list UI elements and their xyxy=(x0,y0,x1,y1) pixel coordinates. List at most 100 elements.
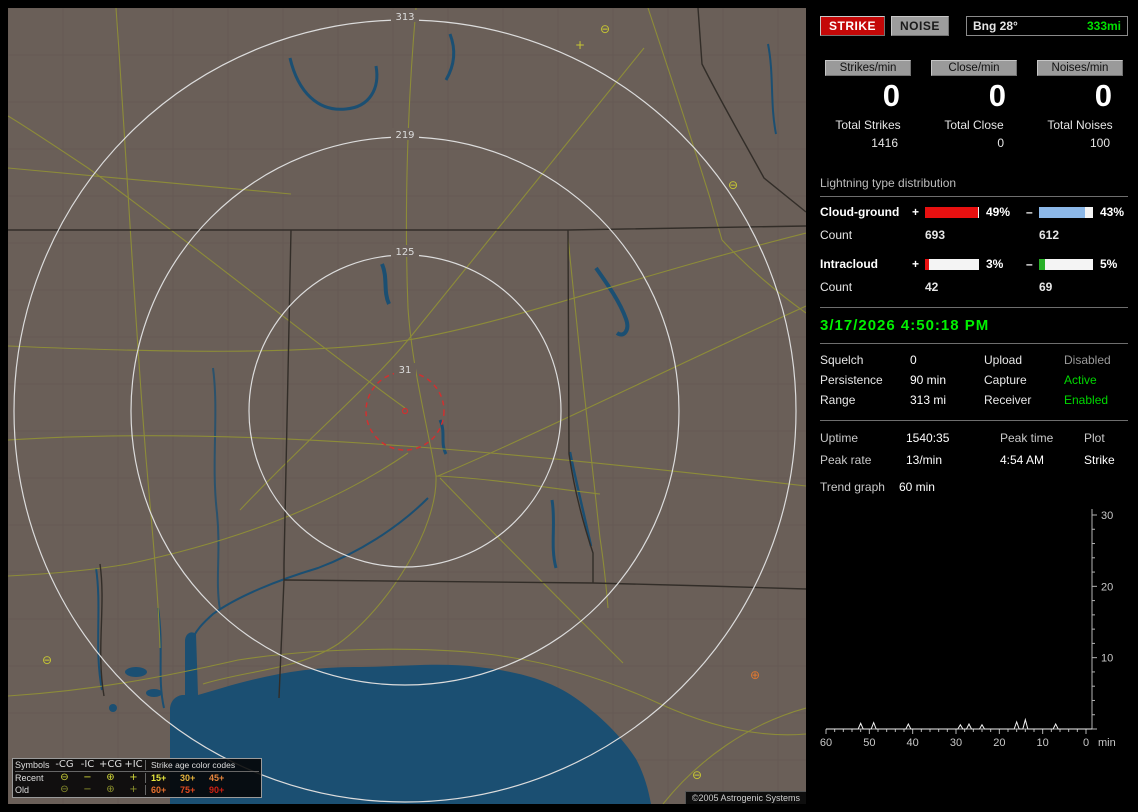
total-close-label: Total Close xyxy=(944,118,1004,132)
total-noises-value: 100 xyxy=(1089,136,1110,150)
plot-label: Plot xyxy=(1084,431,1105,445)
svg-text:0: 0 xyxy=(1083,737,1089,749)
cloud-ground-label: Cloud-ground xyxy=(820,205,900,219)
settings-row: Squelch 0 Upload Disabled xyxy=(820,350,1128,370)
neg-cg-percent: 43% xyxy=(1100,205,1125,219)
cloud-ground-count-row: Count 693 612 xyxy=(820,227,1128,243)
legend-col-pos-ic: +IC xyxy=(124,759,143,770)
range-ring-label: 219 xyxy=(395,130,414,141)
legend-col-pos-cg: +CG xyxy=(99,759,123,770)
neg-ic-count: 69 xyxy=(1039,280,1053,294)
pos-ic-count: 42 xyxy=(925,280,939,294)
peak-time-label: Peak time xyxy=(1000,431,1054,445)
copyright-notice: ©2005 Astrogenic Systems xyxy=(684,791,806,804)
total-close-value: 0 xyxy=(997,136,1004,150)
minus-sign: – xyxy=(1026,205,1033,219)
legend-old-label: Old xyxy=(15,785,30,795)
range-label: Range xyxy=(820,393,856,407)
bearing-range-display: Bng 28° 333mi xyxy=(966,16,1128,36)
legend-age-header: Strike age color codes xyxy=(145,760,259,770)
legend-recent-label: Recent xyxy=(15,773,44,783)
neg-ic-old-icon: − xyxy=(83,784,92,795)
pos-ic-percent: 3% xyxy=(986,257,1004,271)
age-code-15: 15+ xyxy=(151,773,167,783)
strike-symbol: ⊖ xyxy=(692,768,702,782)
legend-col-neg-ic: -IC xyxy=(80,759,95,770)
pos-cg-bar xyxy=(925,206,979,218)
total-noises-label: Total Noises xyxy=(1047,118,1113,132)
noises-per-min-label: Noises/min xyxy=(1037,60,1123,76)
svg-text:50: 50 xyxy=(863,737,875,749)
settings-panel: Squelch 0 Upload Disabled Persistence 90… xyxy=(820,350,1128,410)
svg-text:10: 10 xyxy=(1037,737,1049,749)
map-legend: Symbols -CG -IC +CG +IC Strike age color… xyxy=(12,758,262,798)
age-code-30: 30+ xyxy=(180,773,196,783)
noise-mode-button[interactable]: NOISE xyxy=(891,16,949,36)
svg-text:30: 30 xyxy=(1101,510,1113,522)
pos-ic-bar-fill xyxy=(925,258,929,270)
neg-cg-old-icon: ⊖ xyxy=(60,784,69,795)
strike-symbol: ⊖ xyxy=(42,653,52,667)
neg-cg-count: 612 xyxy=(1039,228,1060,242)
trend-graph-header: Trend graph 60 min xyxy=(820,475,1128,499)
receiver-status: Enabled xyxy=(1064,393,1109,407)
datetime-display: 3/17/2026 4:50:18 PM xyxy=(820,317,990,334)
plot-value: Strike xyxy=(1084,453,1115,467)
stats-row: Uptime 1540:35 Peak time Plot xyxy=(820,427,1128,449)
neg-ic-bar xyxy=(1039,258,1093,270)
neg-ic-bar-fill xyxy=(1039,258,1045,270)
strikes-per-min-value: 0 xyxy=(882,78,900,113)
pos-cg-bar-fill xyxy=(925,206,978,218)
intracloud-row: Intracloud + 3% – 5% xyxy=(820,255,1128,273)
neg-ic-percent: 5% xyxy=(1100,257,1118,271)
squelch-value: 0 xyxy=(910,353,917,367)
receiver-label: Receiver xyxy=(984,393,1032,407)
map-graphics: 313 219 125 31 ⊖+⊖⊖⊕⊖ xyxy=(8,8,806,804)
age-code-60: 60+ xyxy=(151,785,167,795)
lightning-map[interactable]: 313 219 125 31 ⊖ + ⊖ ⊖ ⊕ ⊖ Symbols -CG -IC +C… xyxy=(8,8,806,804)
noises-per-min-column: Noises/min 0 Total Noises 100 xyxy=(1032,60,1128,150)
divider xyxy=(820,307,1128,308)
range-ring-label: 31 xyxy=(399,365,412,376)
pos-cg-count: 693 xyxy=(925,228,946,242)
squelch-label: Squelch xyxy=(820,353,864,367)
strike-mode-button[interactable]: STRIKE xyxy=(820,16,886,36)
plus-sign: + xyxy=(912,205,920,219)
bearing-distance: 333mi xyxy=(1086,19,1121,33)
total-strikes-label: Total Strikes xyxy=(835,118,901,132)
persistence-value: 90 min xyxy=(910,373,947,387)
neg-cg-bar xyxy=(1039,206,1093,218)
range-ring-label: 125 xyxy=(395,247,414,258)
strikes-per-min-label: Strikes/min xyxy=(825,60,911,76)
trend-graph-window: 60 min xyxy=(898,480,935,494)
pos-cg-recent-icon: ⊕ xyxy=(106,772,115,783)
count-label: Count xyxy=(820,228,853,242)
svg-text:min: min xyxy=(1098,737,1116,749)
age-code-75: 75+ xyxy=(180,785,196,795)
legend-header: Symbols -CG -IC +CG +IC Strike age color… xyxy=(15,760,259,772)
capture-status: Active xyxy=(1064,373,1097,387)
peak-time-value: 4:54 AM xyxy=(1000,453,1045,467)
divider xyxy=(820,196,1128,197)
legend-symbols-header: Symbols xyxy=(15,760,50,770)
svg-text:10: 10 xyxy=(1101,653,1113,665)
close-per-min-value: 0 xyxy=(988,78,1006,113)
intracloud-count-row: Count 42 69 xyxy=(820,279,1128,295)
peak-rate-value: 13/min xyxy=(906,453,943,467)
age-code-90: 90+ xyxy=(209,785,225,795)
rate-counters: Strikes/min 0 Total Strikes 1416 Close/m… xyxy=(820,60,1128,150)
noises-per-min-value: 0 xyxy=(1094,78,1112,113)
settings-row: Range 313 mi Receiver Enabled xyxy=(820,390,1128,410)
plus-sign: + xyxy=(912,257,920,271)
cloud-ground-row: Cloud-ground + 49% – 43% xyxy=(820,203,1128,221)
neg-cg-recent-icon: ⊖ xyxy=(60,772,69,783)
stats-row: Peak rate 13/min 4:54 AM Strike xyxy=(820,449,1128,471)
settings-row: Persistence 90 min Capture Active xyxy=(820,370,1128,390)
trend-spikes xyxy=(826,717,1092,730)
strike-symbol: + xyxy=(575,38,585,52)
svg-text:60: 60 xyxy=(820,737,832,749)
pos-ic-old-icon: + xyxy=(129,784,138,795)
stats-panel: Uptime 1540:35 Peak time Plot Peak rate … xyxy=(820,427,1128,471)
trend-graph-label: Trend graph xyxy=(820,480,885,494)
svg-text:20: 20 xyxy=(1101,581,1113,593)
